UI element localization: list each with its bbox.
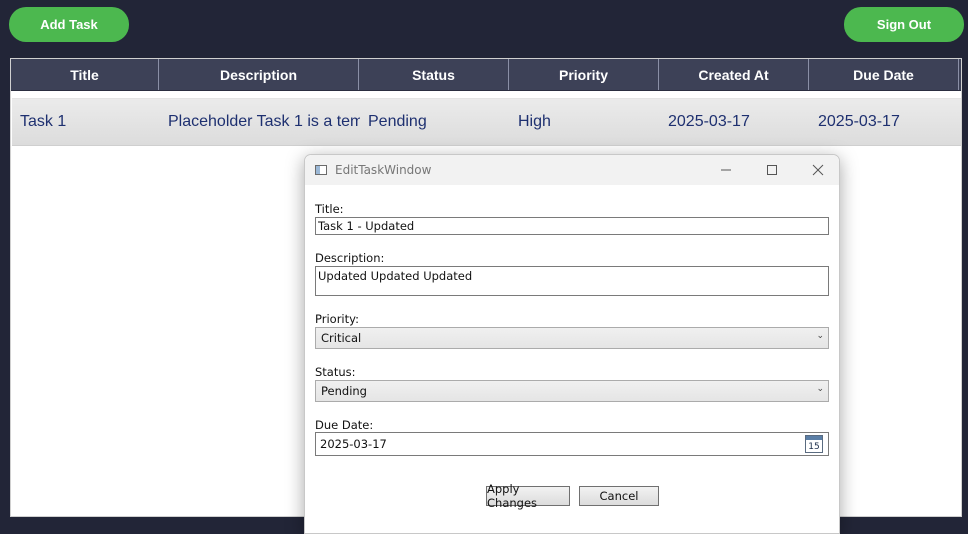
due-date-picker[interactable]: 2025-03-17 15 — [315, 432, 829, 456]
calendar-day: 15 — [808, 442, 820, 452]
chevron-down-icon: ⌄ — [816, 384, 824, 394]
column-header-title[interactable]: Title — [11, 59, 159, 90]
dialog-titlebar[interactable]: EditTaskWindow — [305, 155, 839, 185]
sign-out-button[interactable]: Sign Out — [844, 7, 964, 42]
title-label: Title: — [315, 202, 344, 216]
cell-description: Placeholder Task 1 is a tem — [168, 113, 360, 130]
title-field[interactable] — [315, 217, 829, 235]
due-date-value[interactable]: 2025-03-17 — [320, 437, 387, 451]
description-label: Description: — [315, 251, 385, 265]
apply-changes-button[interactable]: Apply Changes — [486, 482, 570, 510]
chevron-down-icon: ⌄ — [816, 331, 824, 341]
status-selected-value: Pending — [321, 384, 367, 398]
priority-dropdown[interactable]: Critical ⌄ — [315, 327, 829, 349]
cell-title: Task 1 — [20, 113, 67, 130]
priority-label: Priority: — [315, 312, 359, 326]
description-field[interactable]: Updated Updated Updated — [315, 266, 829, 296]
cell-status: Pending — [368, 113, 427, 130]
window-app-icon — [315, 165, 327, 175]
column-header-created-at[interactable]: Created At — [659, 59, 809, 90]
cancel-button[interactable]: Cancel — [579, 486, 659, 506]
column-header-priority[interactable]: Priority — [509, 59, 659, 90]
maximize-button[interactable] — [749, 155, 795, 185]
priority-selected-value: Critical — [321, 331, 362, 345]
close-button[interactable] — [795, 155, 839, 185]
cell-due-date: 2025-03-17 — [818, 113, 900, 130]
column-header-status[interactable]: Status — [359, 59, 509, 90]
column-header-due-date[interactable]: Due Date — [809, 59, 959, 90]
status-label: Status: — [315, 365, 356, 379]
grid-header: Title Description Status Priority Create… — [11, 59, 961, 91]
minimize-icon — [721, 169, 731, 171]
cell-priority: High — [518, 113, 551, 130]
minimize-button[interactable] — [703, 155, 749, 185]
add-task-button[interactable]: Add Task — [9, 7, 129, 42]
column-header-description[interactable]: Description — [159, 59, 359, 90]
cell-created-at: 2025-03-17 — [668, 113, 750, 130]
calendar-icon[interactable]: 15 — [805, 435, 823, 453]
close-icon — [812, 164, 824, 176]
maximize-icon — [767, 165, 777, 175]
status-dropdown[interactable]: Pending ⌄ — [315, 380, 829, 402]
dialog-window-title: EditTaskWindow — [335, 163, 432, 177]
due-date-label: Due Date: — [315, 418, 374, 432]
table-row[interactable]: Task 1 Placeholder Task 1 is a tem Pendi… — [12, 98, 961, 146]
edit-task-dialog: EditTaskWindow Title: Description: Updat… — [304, 154, 840, 534]
